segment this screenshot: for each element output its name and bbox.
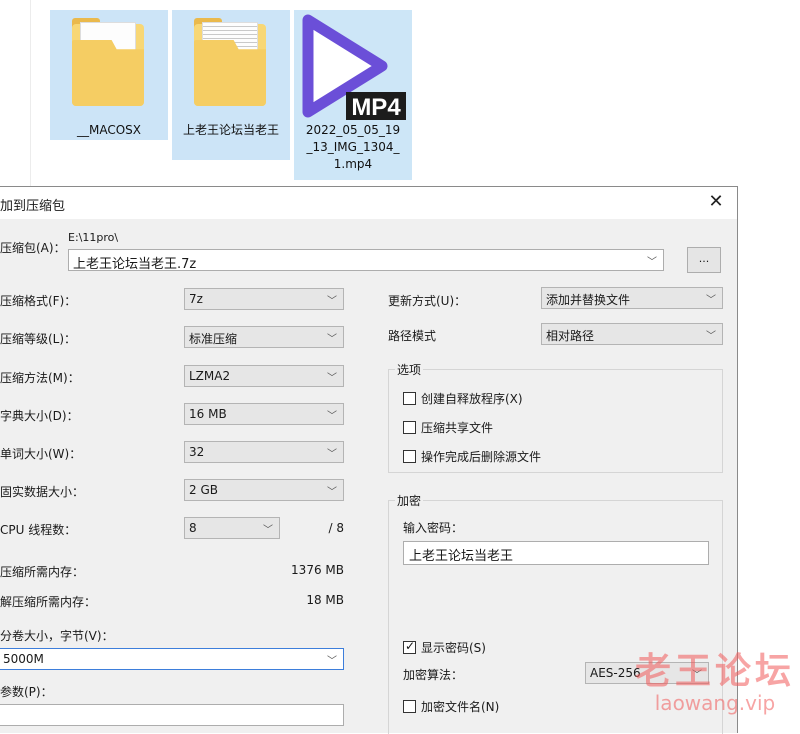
- params-input[interactable]: [0, 704, 344, 726]
- solid-value: 2 GB: [189, 483, 218, 497]
- mem-compress-label: 压缩所需内存：: [0, 565, 85, 579]
- format-value: 7z: [189, 292, 203, 306]
- file-item-macosx[interactable]: __MACOSX: [50, 10, 168, 140]
- checkbox-label: 创建自释放程序(X): [421, 392, 523, 406]
- file-name: 上老王论坛当老王: [182, 123, 279, 137]
- chevron-down-icon: ﹀: [327, 656, 337, 667]
- encryption-title: 加密: [395, 492, 424, 509]
- archive-label: 压缩包(A)：: [0, 241, 66, 255]
- level-label: 压缩等级(L)：: [0, 332, 77, 346]
- solid-label: 固实数据大小：: [0, 485, 85, 499]
- dialog-title: 加到压缩包: [0, 199, 66, 214]
- encryption-group: 加密 输入密码： 上老王论坛当老王 显示密码(S) 加密算法： AES-256 …: [388, 492, 723, 734]
- chevron-down-icon: ﹀: [327, 487, 337, 498]
- checkbox-box[interactable]: [403, 639, 416, 654]
- options-group: 选项 创建自释放程序(X) 压缩共享文件 操作完成后删除源文件: [388, 361, 723, 473]
- checkbox-box[interactable]: [403, 450, 416, 463]
- checkbox-box[interactable]: [403, 421, 416, 434]
- word-select[interactable]: 32 ﹀: [184, 441, 344, 463]
- pathmode-select[interactable]: 相对路径 ﹀: [541, 323, 723, 345]
- threads-total: / 8: [328, 521, 345, 535]
- explorer-divider: [30, 0, 31, 186]
- volume-label: 分卷大小，字节(V)：: [0, 629, 114, 643]
- encrypt-names-checkbox[interactable]: 加密文件名(N): [403, 698, 499, 715]
- word-value: 32: [189, 445, 205, 459]
- word-label: 单词大小(W)：: [0, 447, 82, 461]
- format-select[interactable]: 7z ﹀: [184, 288, 344, 310]
- format-label: 压缩格式(F)：: [0, 294, 77, 308]
- add-to-archive-dialog: 加到压缩包 ✕ 压缩包(A)： E:\11pro\ 上老王论坛当老王.7z ﹀ …: [0, 186, 738, 734]
- dict-value: 16 MB: [189, 407, 227, 421]
- sfx-checkbox[interactable]: 创建自释放程序(X): [403, 390, 523, 407]
- method-value: LZMA2: [189, 369, 231, 383]
- enc-method-label: 加密算法：: [403, 668, 464, 682]
- file-item-folder[interactable]: 上老王论坛当老王: [172, 10, 290, 160]
- file-name-line: 1.mp4: [333, 157, 373, 171]
- threads-value: 8: [189, 521, 197, 535]
- volume-value: 5000M: [3, 652, 44, 666]
- dialog-titlebar: 加到压缩包 ✕: [0, 187, 737, 219]
- file-name: __MACOSX: [76, 123, 141, 137]
- chevron-down-icon: ﹀: [327, 449, 337, 460]
- checkbox-box[interactable]: [403, 700, 416, 713]
- chevron-down-icon: ﹀: [327, 373, 337, 384]
- checkbox-box[interactable]: [403, 392, 416, 405]
- update-value: 添加并替换文件: [546, 293, 631, 307]
- chevron-down-icon: ﹀: [327, 296, 337, 307]
- level-value: 标准压缩: [189, 332, 238, 346]
- checkbox-label: 压缩共享文件: [421, 421, 494, 435]
- mp4-badge: MP4: [351, 94, 401, 121]
- file-name-line: 2022_05_05_19: [305, 123, 401, 137]
- dict-select[interactable]: 16 MB ﹀: [184, 403, 344, 425]
- file-name-line: _13_IMG_1304_: [306, 140, 400, 154]
- method-label: 压缩方法(M)：: [0, 371, 80, 385]
- pathmode-value: 相对路径: [546, 329, 595, 343]
- method-select[interactable]: LZMA2 ﹀: [184, 365, 344, 387]
- chevron-down-icon: ﹀: [263, 525, 273, 536]
- close-icon[interactable]: ✕: [705, 191, 727, 213]
- chevron-down-icon: ﹀: [327, 411, 337, 422]
- chevron-down-icon: ﹀: [647, 257, 657, 268]
- file-item-mp4[interactable]: MP4 2022_05_05_19 _13_IMG_1304_ 1.mp4: [294, 10, 412, 180]
- enc-method-select[interactable]: AES-256 ﹀: [585, 662, 709, 684]
- threads-select[interactable]: 8 ﹀: [184, 517, 280, 539]
- file-explorer: __MACOSX 上老王论坛当老王 MP4 2022_05_05_19 _13_…: [0, 0, 800, 186]
- shared-files-checkbox[interactable]: 压缩共享文件: [403, 419, 493, 436]
- pathmode-label: 路径模式: [388, 329, 437, 343]
- chevron-down-icon: ﹀: [706, 331, 716, 342]
- volume-size-combo[interactable]: 5000M ﹀: [0, 648, 344, 670]
- dict-label: 字典大小(D)：: [0, 409, 79, 423]
- chevron-down-icon: ﹀: [692, 670, 702, 681]
- update-label: 更新方式(U)：: [388, 294, 467, 308]
- solid-select[interactable]: 2 GB ﹀: [184, 479, 344, 501]
- checkbox-label: 操作完成后删除源文件: [421, 450, 542, 464]
- delete-source-checkbox[interactable]: 操作完成后删除源文件: [403, 448, 541, 465]
- chevron-down-icon: ﹀: [327, 334, 337, 345]
- checkbox-label: 加密文件名(N): [421, 700, 500, 714]
- threads-label: CPU 线程数：: [0, 523, 77, 537]
- mem-decompress-label: 解压缩所需内存：: [0, 595, 97, 609]
- show-password-checkbox[interactable]: 显示密码(S): [403, 639, 486, 656]
- enc-method-value: AES-256: [590, 666, 641, 680]
- password-input[interactable]: 上老王论坛当老王: [403, 541, 709, 565]
- password-label: 输入密码：: [403, 521, 464, 535]
- archive-path: E:\11pro\: [68, 231, 119, 244]
- mem-compress-value: 1376 MB: [291, 563, 344, 577]
- level-select[interactable]: 标准压缩 ﹀: [184, 326, 344, 348]
- update-select[interactable]: 添加并替换文件 ﹀: [541, 287, 723, 309]
- params-label: 参数(P)：: [0, 685, 53, 699]
- mp4-video-icon: MP4: [302, 14, 406, 121]
- archive-name-combo[interactable]: 上老王论坛当老王.7z ﹀: [68, 249, 664, 272]
- password-value: 上老王论坛当老王: [409, 549, 514, 564]
- chevron-down-icon: ﹀: [706, 295, 716, 306]
- browse-button[interactable]: ...: [687, 247, 721, 273]
- options-title: 选项: [395, 361, 424, 378]
- checkbox-label: 显示密码(S): [421, 641, 486, 655]
- mem-decompress-value: 18 MB: [306, 593, 344, 607]
- archive-name-value: 上老王论坛当老王.7z: [73, 257, 197, 272]
